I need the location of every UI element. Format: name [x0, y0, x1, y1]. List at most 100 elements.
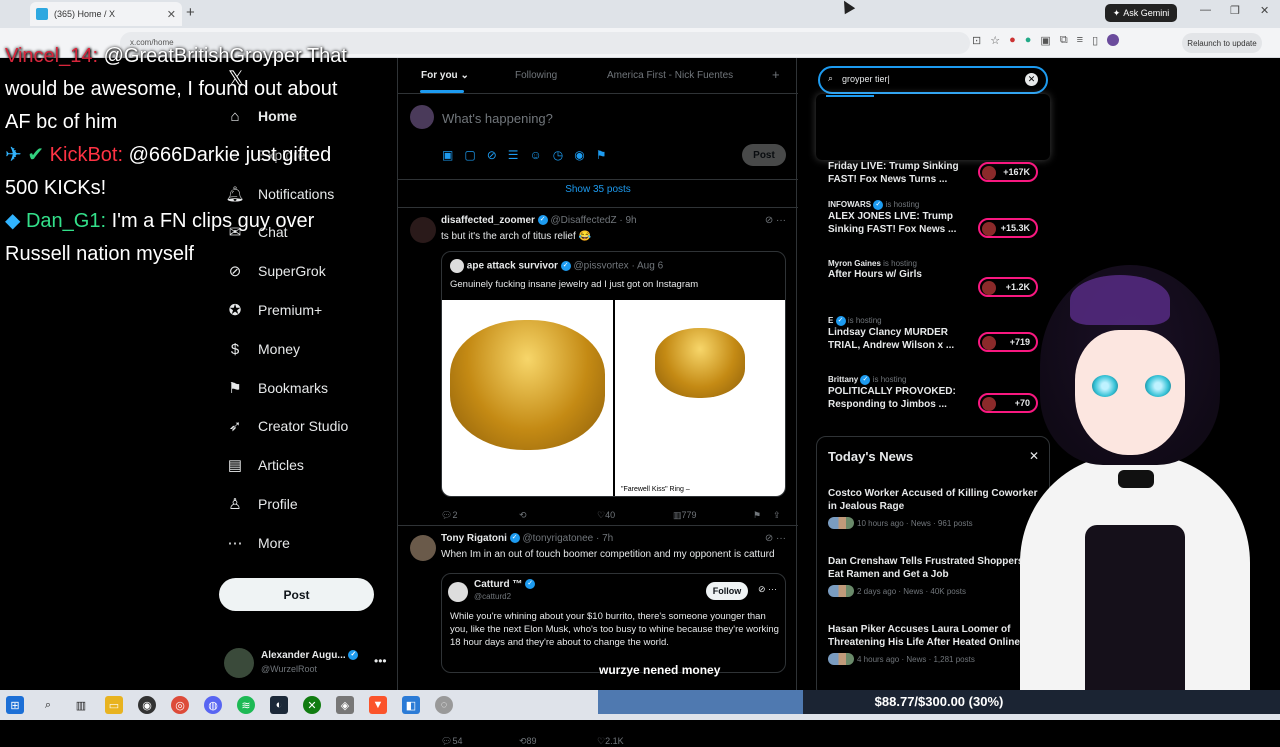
- maximize-icon[interactable]: ❐: [1230, 4, 1240, 17]
- brave-icon[interactable]: ▼: [369, 696, 387, 714]
- quote-menu-icon[interactable]: ⊘ ···: [758, 584, 777, 595]
- extensions-puzzle-icon[interactable]: ⧉: [1060, 34, 1068, 47]
- tweet[interactable]: disaffected_zoomer ✓ @DisaffectedZ · 9h …: [398, 209, 798, 526]
- spotify-icon[interactable]: ≋: [237, 696, 255, 714]
- clear-search-icon[interactable]: ✕: [1025, 73, 1038, 86]
- extension-gray-icon[interactable]: ▣: [1040, 34, 1050, 47]
- reply-count: 2: [452, 510, 458, 520]
- nav-money[interactable]: $ Money: [226, 334, 300, 364]
- gif-icon[interactable]: ▢: [464, 148, 475, 162]
- reading-list-icon[interactable]: ≡: [1077, 34, 1083, 47]
- ring-image-1[interactable]: [442, 300, 613, 496]
- views-button[interactable]: ▥ 779: [673, 510, 697, 521]
- bookmark-icon[interactable]: ⚑: [753, 510, 761, 521]
- show-new-posts[interactable]: Show 35 posts: [398, 180, 798, 208]
- quote-tweet[interactable]: Catturd ™ ✓ @catturd2 Follow ⊘ ··· While…: [441, 573, 786, 673]
- tweet-menu-icon[interactable]: ⊘ ···: [765, 215, 786, 226]
- location-icon[interactable]: ◉: [574, 148, 584, 162]
- reply-button[interactable]: 💬︎ 54: [441, 736, 462, 747]
- account-switcher[interactable]: Alexander Augu... ✓ @WurzelRoot •••: [224, 646, 394, 682]
- like-count: 2.1K: [605, 736, 624, 746]
- tweet[interactable]: Tony Rigatoni ✓ @tonyrigatonee · 7h ⊘ ··…: [398, 527, 798, 746]
- close-tab-icon[interactable]: ✕: [167, 8, 176, 21]
- like-button[interactable]: ♡ 2.1K: [597, 736, 624, 747]
- live-host: INFOWARS ✓ is hosting: [828, 200, 1038, 210]
- profile-avatar[interactable]: [1107, 34, 1120, 46]
- install-icon[interactable]: ⊡: [972, 34, 981, 47]
- compose-post-button[interactable]: Post: [742, 144, 786, 166]
- news-heading: Today's News: [828, 449, 914, 464]
- nav-more[interactable]: ⋯ More: [226, 528, 290, 558]
- tab-list[interactable]: America First - Nick Fuentes: [607, 70, 733, 81]
- avatar-corset: [1085, 525, 1185, 695]
- tab-for-you[interactable]: For you ⌄: [421, 70, 469, 81]
- browser-tab-title: (365) Home / X: [54, 9, 116, 19]
- tab-following[interactable]: Following: [515, 70, 557, 81]
- close-window-icon[interactable]: ✕: [1260, 4, 1269, 17]
- vscode-icon[interactable]: ◧: [402, 696, 420, 714]
- app-icon[interactable]: ◈: [336, 696, 354, 714]
- like-button[interactable]: ♡ 40: [597, 510, 615, 521]
- tab-label: For you: [421, 70, 458, 81]
- nav-profile[interactable]: ♙ Profile: [226, 489, 297, 519]
- articles-icon: ▤: [227, 457, 243, 474]
- app-icon[interactable]: ◌: [435, 696, 453, 714]
- follow-button[interactable]: Follow: [706, 582, 748, 600]
- more-dots-icon[interactable]: •••: [374, 654, 387, 668]
- steam-icon[interactable]: ◐: [270, 696, 288, 714]
- retweet-button[interactable]: ⟲ 89: [519, 736, 537, 747]
- nav-bookmarks[interactable]: ⚑ Bookmarks: [226, 373, 328, 403]
- bookmark-star-icon[interactable]: ☆: [990, 34, 1000, 47]
- emoji-icon[interactable]: ☺: [530, 148, 542, 162]
- cube-icon: ◆: [5, 210, 21, 232]
- obs-icon[interactable]: ◉: [138, 696, 156, 714]
- live-item[interactable]: INFOWARS ✓ is hosting ALEX JONES LIVE: T…: [828, 200, 1038, 244]
- account-name-text: Alexander Augu...: [261, 650, 346, 661]
- search-input[interactable]: ⌕ groyper tier| ✕: [818, 66, 1048, 94]
- new-tab-icon[interactable]: +: [186, 4, 195, 21]
- ask-gemini-button[interactable]: ✦ Ask Gemini: [1105, 4, 1177, 22]
- discord-icon[interactable]: ◍: [204, 696, 222, 714]
- minimize-icon[interactable]: —: [1200, 4, 1211, 16]
- quote-text: Genuinely fucking insane jewelry ad I ju…: [450, 279, 699, 290]
- avatar-stack: [828, 517, 854, 529]
- quote-tweet[interactable]: ape attack survivor ✓ @pissvortex · Aug …: [441, 251, 786, 497]
- relaunch-button[interactable]: Relaunch to update: [1182, 33, 1262, 53]
- retweet-icon[interactable]: ⟲: [519, 510, 527, 521]
- nav-premium[interactable]: ✪ Premium+: [226, 295, 322, 325]
- schedule-icon[interactable]: ◷: [553, 148, 563, 162]
- stream-chat-overlay: Vincel_14: @GreatBritishGroyper That wou…: [0, 40, 357, 271]
- news-meta: 10 hours ago · News · 961 posts: [857, 518, 973, 528]
- search-icon[interactable]: ⌕: [39, 696, 57, 714]
- compose-input[interactable]: What's happening?: [442, 111, 553, 126]
- extension-green-icon[interactable]: ●: [1025, 34, 1032, 47]
- live-count: +167K: [1003, 167, 1030, 177]
- nav-creator-studio[interactable]: ➶ Creator Studio: [226, 411, 349, 441]
- live-title: ALEX JONES LIVE: Trump Sinking FAST! Fox…: [828, 211, 957, 235]
- chrome-icon[interactable]: ◎: [171, 696, 189, 714]
- image-icon[interactable]: ▣: [442, 148, 453, 162]
- add-tab-icon[interactable]: +: [772, 67, 780, 82]
- poll-icon[interactable]: ☰: [508, 148, 519, 162]
- browser-tab[interactable]: (365) Home / X ✕: [30, 2, 182, 26]
- grok-icon[interactable]: ⊘: [487, 148, 497, 162]
- avatar: [982, 336, 996, 350]
- nav-articles[interactable]: ▤ Articles: [226, 450, 304, 480]
- avatar: [410, 535, 436, 561]
- ring-image-2[interactable]: "Farewell Kiss" Ring –: [615, 300, 785, 496]
- reply-button[interactable]: 💬︎ 2: [441, 510, 457, 521]
- post-button[interactable]: Post: [219, 578, 374, 611]
- live-item[interactable]: Friday LIVE: Trump Sinking FAST! Fox New…: [828, 160, 1038, 190]
- task-view-icon[interactable]: ▥: [72, 696, 90, 714]
- start-icon[interactable]: ⊞: [6, 696, 24, 714]
- share-icon[interactable]: ⇪: [773, 510, 781, 521]
- avatar: [982, 222, 996, 236]
- file-explorer-icon[interactable]: ▭: [105, 696, 123, 714]
- flag-icon[interactable]: ⚑: [596, 148, 607, 162]
- nav-label: Creator Studio: [258, 418, 349, 434]
- xbox-icon[interactable]: ✕: [303, 696, 321, 714]
- tweet-menu-icon[interactable]: ⊘ ···: [765, 533, 786, 544]
- sidebar-icon[interactable]: ▯: [1092, 34, 1098, 47]
- adblock-icon[interactable]: ●: [1009, 34, 1016, 47]
- vtuber-avatar: [1000, 255, 1280, 695]
